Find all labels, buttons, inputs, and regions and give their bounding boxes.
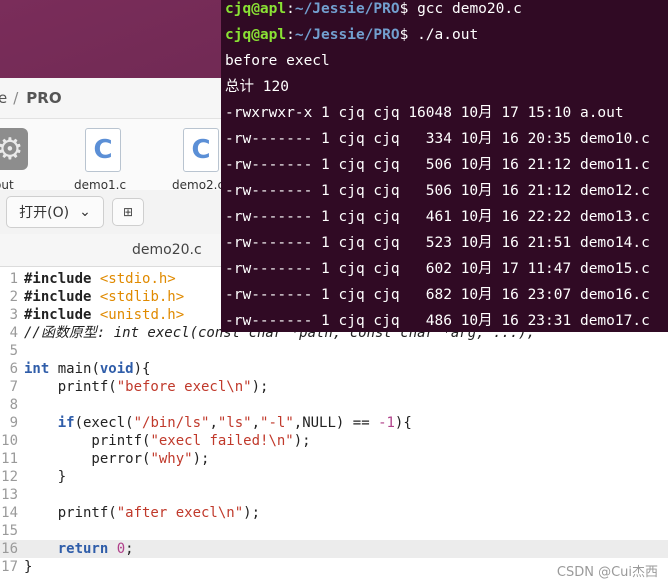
watermark: CSDN @Cui杰西: [556, 565, 658, 580]
c-file-icon[interactable]: C: [183, 128, 219, 172]
terminal-output-line: -rw------- 1 cjq cjq 334 10月 16 20:35 de…: [225, 131, 650, 147]
open-button-label: 打开(O): [19, 205, 70, 221]
code-line: 7 printf("before execl\n");: [9, 379, 269, 395]
terminal-prompt-line: cjq@apl:~/Jessie/PRO$ gcc demo20.c: [225, 1, 522, 17]
breadcrumb-separator: /: [13, 89, 19, 107]
terminal-output-line: -rwxrwxr-x 1 cjq cjq 16048 10月 17 15:10 …: [225, 105, 624, 121]
code-line: 14 printf("after execl\n");: [1, 505, 261, 521]
terminal-output-line: -rw------- 1 cjq cjq 461 10月 16 22:22 de…: [225, 209, 650, 225]
code-line-current: 16 return 0;: [0, 540, 668, 558]
terminal-window[interactable]: cjq@apl:~/Jessie/PRO$ gcc demo20.c cjq@a…: [221, 0, 668, 332]
terminal-output-line: -rw------- 1 cjq cjq 506 10月 16 21:12 de…: [225, 183, 650, 199]
code-line: 13: [1, 487, 18, 503]
code-line: 8: [9, 397, 18, 413]
terminal-output-line: -rw------- 1 cjq cjq 506 10月 16 21:12 de…: [225, 157, 650, 173]
code-line: 11 perror("why");: [1, 451, 210, 467]
terminal-output-line: -rw------- 1 cjq cjq 602 10月 17 11:47 de…: [225, 261, 650, 277]
code-line: 9 if(execl("/bin/ls","ls","-l",NULL) == …: [9, 415, 412, 431]
new-document-icon: ⊞: [122, 205, 134, 219]
terminal-output-line: before execl: [225, 53, 330, 69]
c-file-icon[interactable]: C: [85, 128, 121, 172]
code-line: 12 }: [1, 469, 67, 485]
breadcrumb-current[interactable]: PRO: [26, 89, 61, 107]
code-line: 6 int main(void){: [9, 361, 151, 377]
terminal-output-line: -rw------- 1 cjq cjq 523 10月 16 21:51 de…: [225, 235, 650, 251]
chevron-down-icon: ⌄: [79, 204, 91, 220]
tab-demo20[interactable]: demo20.c: [132, 242, 202, 258]
terminal-prompt-line: cjq@apl:~/Jessie/PRO$ ./a.out: [225, 27, 479, 43]
terminal-output-line: 总计 120: [225, 79, 289, 95]
code-line: 5: [9, 343, 18, 359]
code-line: 15: [1, 523, 18, 539]
breadcrumb-prev[interactable]: e: [0, 89, 7, 107]
breadcrumb: e / PRO: [0, 78, 232, 119]
open-button[interactable]: 打开(O) ⌄: [6, 196, 104, 228]
terminal-output-line: -rw------- 1 cjq cjq 486 10月 16 23:31 de…: [225, 313, 650, 329]
terminal-output-line: -rw------- 1 cjq cjq 682 10月 16 23:07 de…: [225, 287, 650, 303]
code-line: 10 printf("execl failed!\n");: [1, 433, 311, 449]
gear-icon[interactable]: ⚙: [0, 128, 28, 170]
new-document-button[interactable]: ⊞: [112, 198, 144, 226]
file-grid: ⚙ out C demo1.c C demo2.c: [0, 120, 232, 192]
